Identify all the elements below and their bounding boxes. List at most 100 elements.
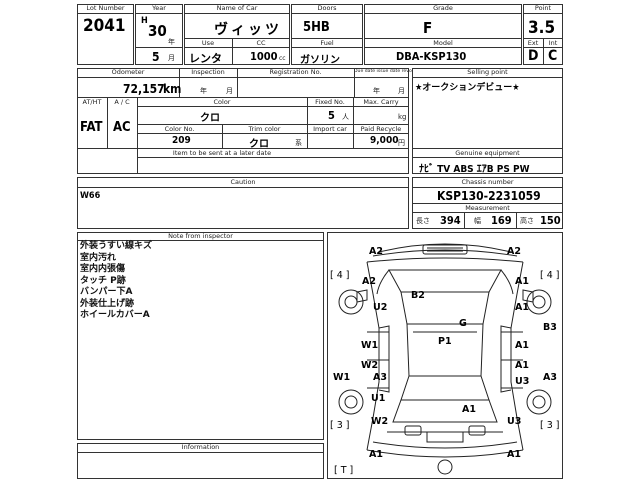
year-era: H <box>141 16 148 26</box>
car-name-value: ヴィッツ <box>214 22 282 38</box>
ext-value: D <box>528 48 539 64</box>
damage-mark: W1 <box>333 372 351 383</box>
doors-value: 5HB <box>303 20 330 35</box>
use-header: Use <box>201 39 215 47</box>
caution-header: Caution <box>230 178 256 186</box>
information-header: Information <box>181 443 220 451</box>
fixed-no-header: Fixed No. <box>315 98 345 106</box>
damage-mark: A1 <box>515 302 529 313</box>
grade-value: F <box>423 19 433 37</box>
damage-mark: U1 <box>371 393 386 404</box>
damage-mark: W2 <box>361 360 379 371</box>
damage-mark: A1 <box>515 276 529 287</box>
note-line: 外装うすい線キズ <box>80 241 153 251</box>
note-line: ホイールカバーA <box>80 310 150 320</box>
damage-mark: U3 <box>515 376 530 387</box>
int-header: Int <box>548 39 558 47</box>
damage-mark: A2 <box>362 276 376 287</box>
month-value: 5 <box>152 50 160 64</box>
cc-unit: cc <box>279 55 286 62</box>
ext-header: Ext <box>527 39 539 47</box>
odometer-unit: km <box>163 82 182 96</box>
damage-mark: B3 <box>543 322 557 333</box>
damage-mark: W2 <box>371 416 389 427</box>
genuine-equipment-header: Genuine equipment <box>455 149 520 157</box>
odometer-header: Odometer <box>111 68 145 76</box>
cc-header: CC <box>256 39 266 47</box>
month-unit: 月 <box>168 54 175 62</box>
year-value: 30 <box>148 22 167 40</box>
use-value: レンタ <box>189 52 222 65</box>
inspector-notes-header: Note from inspector <box>168 232 233 240</box>
height-label: 高さ <box>520 217 534 225</box>
year-unit: 年 <box>168 38 175 46</box>
width-value: 169 <box>491 214 512 227</box>
damage-mark: U3 <box>507 416 522 427</box>
fixed-no-value: 5 <box>328 109 335 122</box>
width-label: 幅 <box>474 217 481 225</box>
lot-number-value: 2041 <box>83 16 126 36</box>
damage-mark: A1 <box>507 449 521 460</box>
tire-tread-rear-left: [ 3 ] <box>330 420 350 431</box>
point-value: 3.5 <box>528 18 556 38</box>
genuine-equipment-value: ﾅﾋﾞ TV ABS ｴｱB PS PW <box>419 164 530 175</box>
damage-mark: A1 <box>462 404 476 415</box>
damage-mark: G <box>459 318 467 329</box>
chassis-header: Chassis number <box>461 178 514 186</box>
length-label: 長さ <box>416 217 430 225</box>
note-line: タッチ P跡 <box>80 275 126 286</box>
paid-recycle-unit: 円 <box>398 139 405 147</box>
damage-mark: B2 <box>411 290 425 301</box>
due-month-unit: 月 <box>398 87 405 95</box>
model-header: Model <box>433 39 453 47</box>
tire-tread-front-left: [ 4 ] <box>330 270 350 281</box>
at-ht-value: FAT <box>80 120 103 135</box>
note-line: 外装仕上げ跡 <box>80 298 135 309</box>
inspection-year-unit: 年 <box>200 87 207 95</box>
inspection-header: Inspection <box>191 68 225 76</box>
damage-mark: A2 <box>369 246 383 257</box>
point-header: Point <box>534 4 552 12</box>
measurement-header: Measurement <box>465 204 510 212</box>
at-ht-header: AT/HT <box>82 98 102 106</box>
cc-value: 1000 <box>250 50 278 63</box>
inspection-month-unit: 月 <box>226 87 233 95</box>
selling-point-value: ★オークションデビュー★ <box>415 83 520 93</box>
color-no-header: Color No. <box>164 125 195 133</box>
registration-header: Registration No. <box>269 68 322 76</box>
int-value: C <box>548 48 558 64</box>
color-header: Color <box>213 98 231 106</box>
grade-header: Grade <box>433 4 453 12</box>
lot-number-header: Lot Number <box>86 4 125 12</box>
due-date-header: Due date issue date revoke <box>354 69 418 74</box>
import-car-header: Import car <box>313 125 347 133</box>
damage-mark: A2 <box>507 246 521 257</box>
caution-value: W66 <box>80 191 101 201</box>
damage-mark: P1 <box>438 336 452 347</box>
height-value: 150 <box>540 214 561 227</box>
odometer-value: 72,157 <box>123 82 165 96</box>
trim-color-header: Trim color <box>248 125 281 133</box>
tire-tread-rear-right: [ 3 ] <box>540 420 560 431</box>
fuel-header: Fuel <box>320 39 334 47</box>
fuel-value: ガソリン <box>300 55 340 66</box>
paid-recycle-header: Paid Recycle <box>360 125 402 133</box>
trim-color-suffix: 系 <box>295 139 302 147</box>
damage-mark: W1 <box>361 340 379 351</box>
inspector-notes-list: 外装うすい線キズ 室内汚れ 室内内張傷 タッチ P跡 バンパー下A 外装仕上げ跡… <box>80 241 152 322</box>
chassis-value: KSP130-2231059 <box>437 189 541 203</box>
note-line: バンパー下A <box>80 287 133 297</box>
max-carry-unit: kg <box>398 113 407 121</box>
doors-header: Doors <box>317 4 337 12</box>
tire-tread-front-right: [ 4 ] <box>540 270 560 281</box>
damage-mark: U2 <box>373 302 388 313</box>
damage-mark: A1 <box>369 449 383 460</box>
car-outline-diagram <box>338 243 552 475</box>
later-items-header: Item to be sent at a later date <box>172 149 272 157</box>
damage-mark: A1 <box>515 340 529 351</box>
note-line: 室内内張傷 <box>80 264 126 274</box>
damage-mark: A3 <box>373 372 387 383</box>
length-value: 394 <box>440 214 461 227</box>
color-no-value: 209 <box>172 135 191 146</box>
car-name-header: Name of Car <box>216 4 258 12</box>
